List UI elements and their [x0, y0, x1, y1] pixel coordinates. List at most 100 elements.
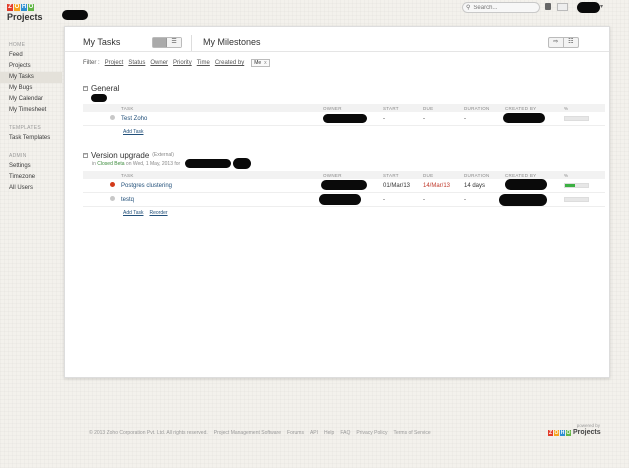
view-toggle[interactable]: ☰	[152, 37, 182, 48]
footer-links: © 2013 Zoho Corporation Pvt. Ltd. All ri…	[89, 430, 431, 436]
footer-link-terms-of-service[interactable]: Terms of Service	[393, 430, 430, 436]
add-task-link[interactable]: Add Task	[123, 210, 143, 216]
sidebar-item-my-calendar[interactable]: My Calendar	[0, 94, 62, 105]
section-meta	[92, 94, 605, 101]
settings-icon[interactable]: ☷	[564, 38, 578, 47]
sidebar-item-timezone[interactable]: Timezone	[0, 172, 62, 183]
export-icon[interactable]: ⇨	[549, 38, 564, 47]
filter-chip-me[interactable]: Me x	[251, 59, 270, 67]
section-actions: Add Task	[123, 129, 605, 135]
brand-letter: O	[554, 429, 559, 436]
progress-fill	[565, 184, 576, 187]
start-cell: -	[383, 115, 385, 122]
grid-view-icon[interactable]	[153, 38, 168, 47]
footer-link-help[interactable]: Help	[324, 430, 334, 436]
sidebar: HOME Feed Projects My Tasks My Bugs My Calend…	[0, 40, 62, 194]
footer-link-privacy-policy[interactable]: Privacy Policy	[356, 430, 387, 436]
progress-bar[interactable]	[564, 197, 589, 202]
filter-priority[interactable]: Priority	[173, 60, 192, 66]
notification-icon[interactable]	[557, 3, 568, 11]
section-title[interactable]: General	[91, 84, 119, 93]
copyright-text: © 2013 Zoho Corporation Pvt. Ltd. All ri…	[89, 430, 208, 436]
column-header-owner: OWNER	[323, 105, 342, 111]
status-dot-icon	[110, 196, 115, 201]
table-row[interactable]: testq - - -	[83, 193, 605, 207]
filter-created-by[interactable]: Created by	[215, 60, 244, 66]
filter-owner[interactable]: Owner	[150, 60, 168, 66]
task-cell: Test Zoho	[121, 116, 323, 122]
footer-link-forums[interactable]: Forums	[287, 430, 304, 436]
redacted-creator	[503, 113, 545, 123]
powered-by-label: powered by	[576, 423, 600, 428]
filter-bar: Filter : Project Status Owner Priority Time Cr…	[83, 58, 270, 68]
redacted-project-owner	[233, 158, 251, 169]
task-name-link[interactable]: Test Zoho	[121, 116, 147, 122]
table-header: TASK OWNER START DUE DURATION CREATED BY%	[83, 104, 605, 112]
table-row[interactable]: Test Zoho - - -	[83, 112, 605, 126]
sidebar-item-feed[interactable]: Feed	[0, 50, 62, 61]
column-header-task: TASK	[121, 105, 134, 111]
zoho-projects-logo[interactable]: ZOHO Projects	[7, 4, 47, 26]
powered-by[interactable]: powered by Z O H O Projects	[548, 423, 608, 436]
progress-bar[interactable]	[564, 116, 589, 121]
table-row[interactable]: Postgres clustering 01/Mar/13 14/Mar/13 14 …	[83, 179, 605, 193]
sidebar-item-projects[interactable]: Projects	[0, 61, 62, 72]
search-box[interactable]: ⚲	[462, 2, 540, 13]
logo-letter: O	[28, 4, 34, 11]
sidebar-heading-home: HOME	[9, 42, 26, 48]
list-view-icon[interactable]: ☰	[167, 38, 181, 47]
tab-my-tasks[interactable]: My Tasks	[83, 37, 120, 47]
redacted-creator	[505, 179, 547, 190]
status-cell	[83, 115, 121, 122]
sidebar-item-settings[interactable]: Settings	[0, 161, 62, 172]
sidebar-item-all-users[interactable]: All Users	[0, 183, 62, 194]
task-name-link[interactable]: Postgres clustering	[121, 183, 172, 189]
search-input[interactable]	[473, 4, 534, 11]
start-cell: -	[383, 196, 385, 203]
logo-letter: Z	[7, 4, 13, 11]
print-icon[interactable]	[545, 3, 551, 10]
status-cell	[83, 182, 121, 189]
duration-cell: 14 days	[464, 182, 486, 189]
footer-link-api[interactable]: API	[310, 430, 318, 436]
redacted-avatar[interactable]	[577, 2, 600, 13]
reorder-link[interactable]: Reorder	[149, 210, 167, 216]
redacted-project-owner	[91, 94, 107, 102]
main-panel: My Tasks ☰ My Milestones ⇨ ☷ Filter : Pro…	[64, 26, 610, 378]
footer-link-faq[interactable]: FAQ	[340, 430, 350, 436]
task-name-link[interactable]: testq	[121, 197, 134, 203]
status-dot-icon	[110, 115, 115, 120]
sidebar-item-task-templates[interactable]: Task Templates	[0, 133, 62, 144]
footer-link-project-management-software[interactable]: Project Management Software	[214, 430, 281, 436]
collapse-icon[interactable]: −	[83, 85, 88, 91]
status-dot-icon	[110, 182, 115, 187]
sidebar-heading-admin: ADMIN	[9, 153, 27, 159]
sidebar-item-my-bugs[interactable]: My Bugs	[0, 83, 62, 94]
progress-bar[interactable]	[564, 183, 589, 188]
add-task-link[interactable]: Add Task	[123, 129, 143, 135]
sidebar-item-my-timesheet[interactable]: My Timesheet	[0, 105, 62, 116]
filter-time[interactable]: Time	[197, 60, 210, 66]
filter-chip-label: Me	[254, 60, 262, 66]
redacted-owner	[321, 180, 367, 190]
redacted-project-owner	[185, 159, 231, 168]
filter-status[interactable]: Status	[128, 60, 145, 66]
section-subtitle: (External)	[152, 152, 174, 158]
redacted-org-name	[62, 10, 88, 20]
column-header-percent: %	[564, 105, 569, 111]
chevron-down-icon[interactable]: ▾	[600, 3, 603, 10]
sidebar-item-my-tasks[interactable]: My Tasks	[0, 72, 62, 83]
tab-my-milestones[interactable]: My Milestones	[203, 37, 261, 47]
logo-product-name: Projects	[7, 12, 43, 22]
logo-letter: O	[14, 4, 20, 11]
column-header-created-by: CREATED BY	[505, 172, 537, 178]
close-icon[interactable]: x	[264, 60, 267, 66]
section-title[interactable]: Version upgrade	[91, 151, 149, 160]
column-header-percent: %	[564, 172, 569, 178]
milestone-link[interactable]: Closed Beta	[97, 161, 124, 167]
redacted-owner	[319, 194, 361, 205]
filter-project[interactable]: Project	[105, 60, 124, 66]
collapse-icon[interactable]: −	[83, 152, 88, 158]
